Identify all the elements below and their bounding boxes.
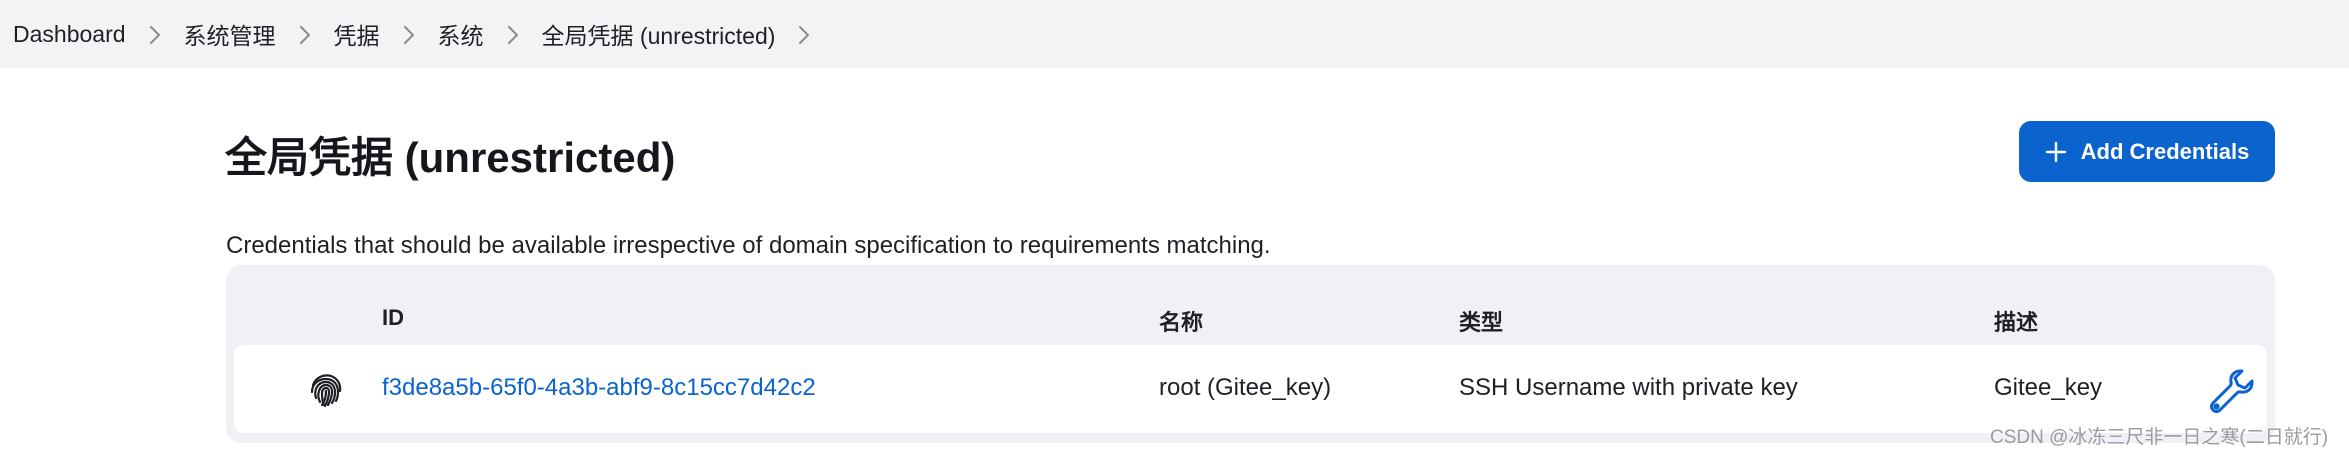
page: Dashboard 系统管理 凭据 系统 全局凭据 (unrestricted)… [0, 0, 2349, 455]
column-header-type[interactable]: 类型 [1459, 305, 1503, 337]
plus-icon [2045, 141, 2067, 163]
breadcrumb-item-credentials[interactable]: 凭据 [334, 17, 380, 51]
credential-description: Gitee_key [1994, 374, 2103, 401]
add-credentials-button[interactable]: Add Credentials [2019, 121, 2275, 182]
breadcrumb-item-dashboard[interactable]: Dashboard [13, 21, 126, 48]
credential-name: root (Gitee_key) [1159, 374, 1332, 401]
table-row: f3de8a5b-65f0-4a3b-abf9-8c15cc7d42c2 roo… [234, 345, 2267, 433]
chevron-right-icon [126, 21, 184, 47]
wrench-icon[interactable] [2207, 366, 2257, 416]
page-description: Credentials that should be available irr… [226, 232, 1271, 259]
breadcrumb-item-system[interactable]: 系统 [438, 17, 484, 51]
chevron-right-icon [276, 21, 334, 47]
add-credentials-label: Add Credentials [2080, 138, 2250, 164]
watermark-text: CSDN @冰冻三尺非一日之寒(二日就行) [1990, 427, 2329, 448]
column-header-name[interactable]: 名称 [1159, 305, 1203, 337]
breadcrumb-item-manage[interactable]: 系统管理 [184, 17, 276, 51]
page-title: 全局凭据 (unrestricted) [225, 134, 676, 181]
chevron-right-icon [484, 21, 542, 47]
column-header-description[interactable]: 描述 [1994, 305, 2038, 337]
breadcrumb-item-global-credentials[interactable]: 全局凭据 (unrestricted) [542, 17, 776, 51]
breadcrumb: Dashboard 系统管理 凭据 系统 全局凭据 (unrestricted) [0, 0, 2349, 68]
chevron-right-icon [380, 21, 438, 47]
chevron-right-icon[interactable] [775, 21, 833, 47]
credential-id-link[interactable]: f3de8a5b-65f0-4a3b-abf9-8c15cc7d42c2 [382, 374, 816, 402]
credentials-table: ID 名称 类型 描述 f3de8a5b-65f0-4a3b-abf9-8c15… [226, 265, 2275, 443]
fingerprint-icon [306, 370, 346, 410]
credential-type: SSH Username with private key [1459, 374, 1798, 401]
column-header-id[interactable]: ID [382, 305, 404, 331]
